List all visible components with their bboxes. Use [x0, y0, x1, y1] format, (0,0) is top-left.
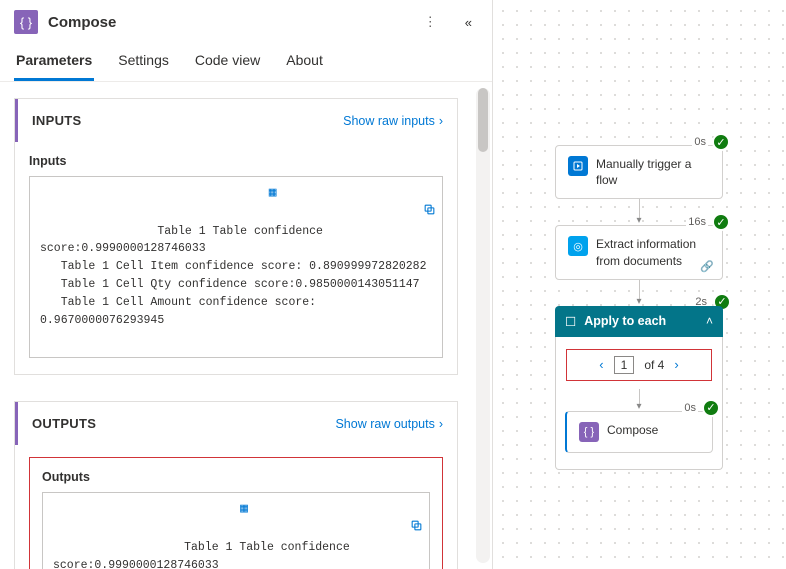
success-check-icon: ✓ [712, 133, 730, 151]
grid-view-icon[interactable]: ▦ [240, 499, 248, 559]
trigger-label: Manually trigger a flow [596, 156, 710, 188]
tab-code-view[interactable]: Code view [193, 42, 262, 81]
extract-duration: 16s [686, 216, 708, 228]
node-apply-to-each[interactable]: ☐ Apply to each ˄ [555, 306, 723, 337]
pager-prev-icon[interactable]: ‹ [599, 357, 603, 372]
pager-of-label: of 4 [644, 358, 664, 372]
tab-about[interactable]: About [284, 42, 325, 81]
ai-builder-icon: ◎ [568, 236, 588, 256]
inputs-label: Inputs [29, 154, 443, 168]
compose-icon: { } [14, 10, 38, 34]
outputs-value-box: ▦ Table 1 Table confidence score:0.99900… [42, 492, 430, 569]
trigger-icon [568, 156, 588, 176]
flow-connector: ▾ [639, 280, 640, 306]
chevron-right-icon: › [439, 114, 443, 128]
inputs-card: INPUTS Show raw inputs › Inputs ▦ [14, 98, 458, 375]
compose-icon: { } [579, 422, 599, 442]
node-extract[interactable]: 16s ✓ ◎ Extract information from documen… [555, 225, 723, 279]
loop-label: Apply to each [584, 314, 666, 328]
scrollbar-track[interactable] [476, 88, 490, 563]
show-raw-inputs-label: Show raw inputs [343, 114, 435, 128]
compose-duration: 0s [682, 402, 698, 414]
scrollbar-thumb[interactable] [478, 88, 488, 152]
connection-link-icon: 🔗 [700, 260, 714, 273]
copy-icon[interactable] [254, 499, 423, 559]
tab-parameters[interactable]: Parameters [14, 42, 94, 81]
show-raw-outputs-link[interactable]: Show raw outputs › [335, 417, 443, 431]
inputs-value-box: ▦ Table 1 Table confidence score:0.99900… [29, 176, 443, 358]
inputs-heading: INPUTS [32, 113, 343, 128]
more-menu-icon[interactable]: ⋮ [418, 10, 443, 34]
panel-title: Compose [48, 14, 408, 31]
compose-label: Compose [607, 422, 658, 438]
chevron-right-icon: › [439, 417, 443, 431]
success-check-icon: ✓ [702, 399, 720, 417]
flow-connector: ▾ [639, 389, 640, 411]
collapse-panel-icon[interactable]: « [459, 11, 478, 34]
tab-settings[interactable]: Settings [116, 42, 171, 81]
loop-pager: ‹ 1 of 4 › [566, 349, 712, 381]
outputs-label: Outputs [42, 470, 430, 484]
tab-bar: Parameters Settings Code view About [0, 42, 492, 82]
node-compose[interactable]: 0s ✓ { } Compose [565, 411, 713, 453]
show-raw-inputs-link[interactable]: Show raw inputs › [343, 114, 443, 128]
node-trigger[interactable]: 0s ✓ Manually trigger a flow [555, 145, 723, 199]
success-check-icon: ✓ [712, 213, 730, 231]
flow-connector: ▾ [639, 199, 640, 225]
outputs-heading: OUTPUTS [32, 416, 335, 431]
pager-next-icon[interactable]: › [674, 357, 678, 372]
loop-body: ‹ 1 of 4 › ▾ 0s ✓ { } Compose [555, 337, 723, 470]
chevron-up-icon[interactable]: ˄ [706, 314, 713, 328]
extract-label: Extract information from documents [596, 236, 710, 268]
trigger-duration: 0s [692, 136, 708, 148]
copy-icon[interactable] [283, 183, 436, 243]
show-raw-outputs-label: Show raw outputs [335, 417, 434, 431]
pager-current[interactable]: 1 [614, 356, 635, 374]
grid-view-icon[interactable]: ▦ [269, 183, 277, 243]
loop-icon: ☐ [565, 314, 576, 329]
outputs-card: OUTPUTS Show raw outputs › Outputs ▦ [14, 401, 458, 569]
outputs-highlight-box: Outputs ▦ Table 1 Table confidence score… [29, 457, 443, 569]
